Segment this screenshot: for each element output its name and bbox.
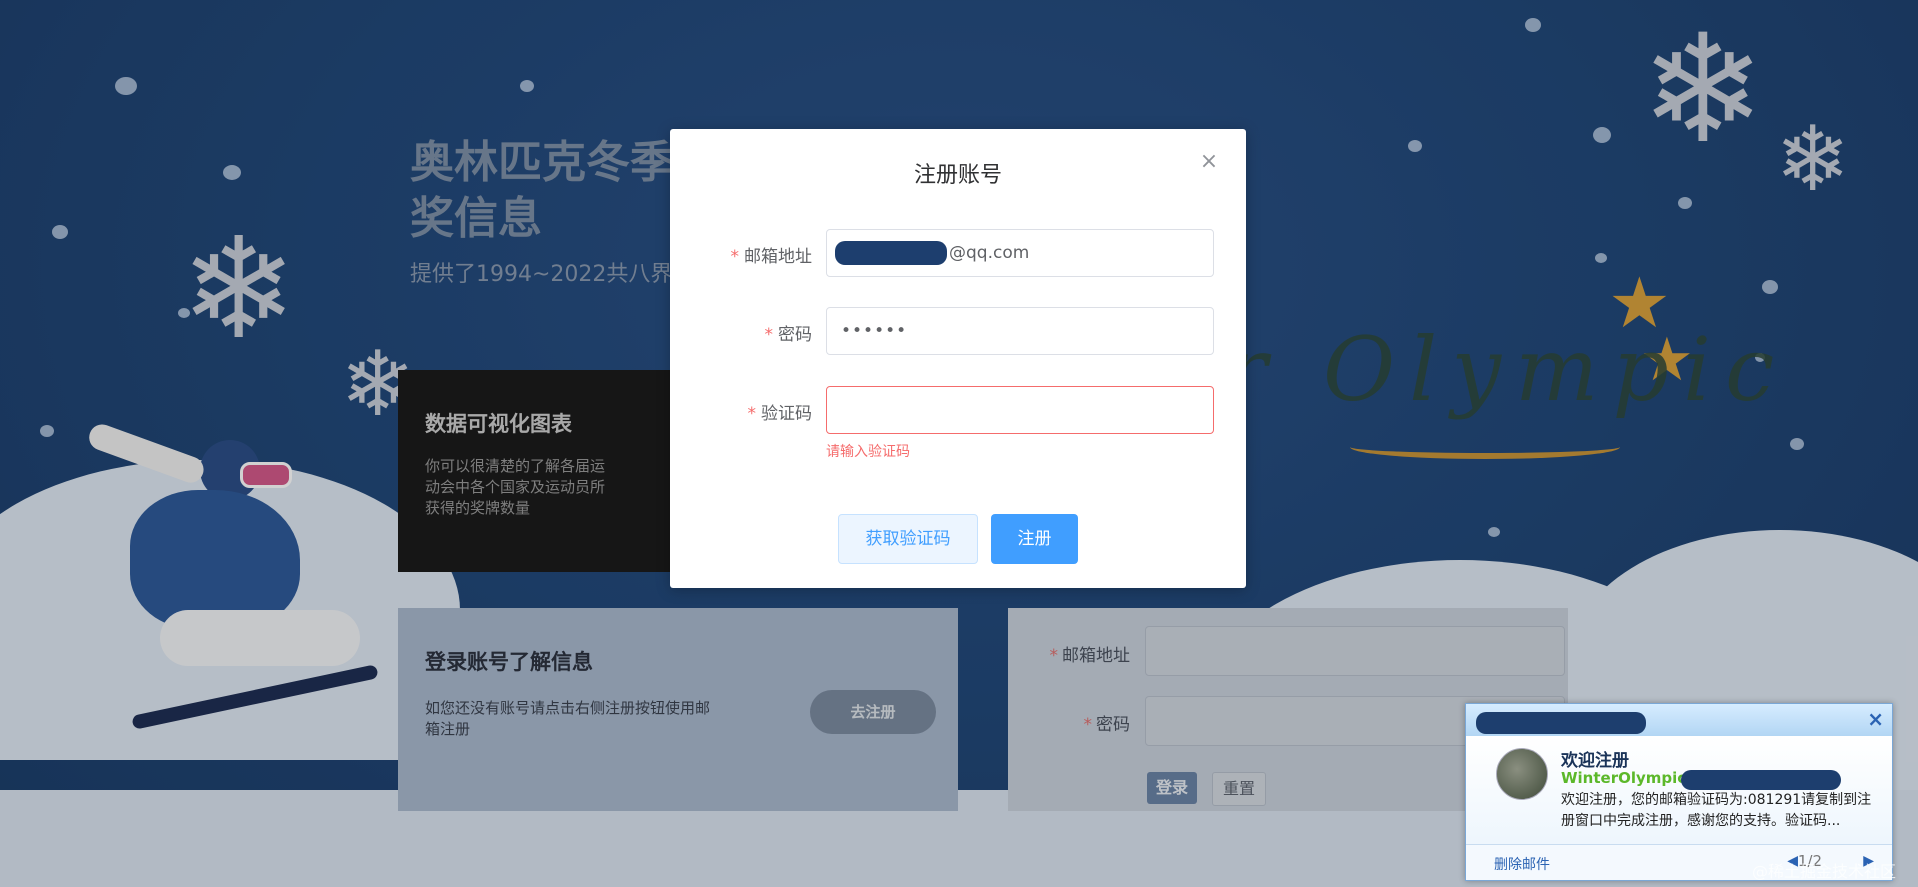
notification-body[interactable]: 欢迎注册 WinterOlympic 欢迎注册，您的邮箱验证码为:081291请… — [1466, 736, 1892, 844]
redacted-text — [1681, 770, 1841, 790]
email-field[interactable]: @qq.com — [826, 229, 1214, 277]
close-icon[interactable]: × — [1867, 708, 1884, 730]
notification-header: × — [1466, 704, 1892, 736]
register-button[interactable]: 注册 — [991, 514, 1078, 564]
redacted-text — [1476, 712, 1646, 734]
code-error-message: 请输入验证码 — [826, 444, 910, 460]
password-label: * 密码 — [670, 320, 813, 345]
verification-code-field[interactable] — [826, 386, 1214, 434]
email-label: * 邮箱地址 — [670, 242, 813, 267]
watermark: @稀土掘金技术社区 — [1752, 862, 1897, 881]
email-value: @qq.com — [949, 243, 1030, 263]
avatar — [1496, 748, 1548, 800]
required-mark: * — [764, 325, 774, 345]
code-label: * 验证码 — [670, 399, 813, 424]
close-icon[interactable]: × — [1198, 151, 1220, 173]
notification-sender: WinterOlympic — [1561, 769, 1687, 787]
password-field[interactable]: •••••• — [826, 307, 1214, 355]
dialog-title: 注册账号 — [913, 163, 1002, 188]
get-code-button[interactable]: 获取验证码 — [838, 514, 978, 564]
notification-preview: 欢迎注册，您的邮箱验证码为:081291请复制到注册窗口中完成注册，感谢您的支持… — [1561, 792, 1872, 829]
required-mark: * — [730, 247, 740, 267]
code-label-text: 验证码 — [761, 404, 812, 424]
required-mark: * — [747, 404, 757, 424]
notification-title: 欢迎注册 — [1561, 751, 1629, 771]
email-label-text: 邮箱地址 — [744, 247, 812, 267]
password-label-text: 密码 — [778, 325, 812, 345]
delete-mail-link[interactable]: 删除邮件 — [1494, 854, 1550, 874]
register-dialog: 注册账号 × * 邮箱地址 @qq.com * 密码 •••••• * 验证码 请输入… — [670, 129, 1246, 588]
redacted-text — [835, 241, 947, 265]
mail-notification: × 欢迎注册 WinterOlympic 欢迎注册，您的邮箱验证码为:08129… — [1465, 703, 1893, 881]
